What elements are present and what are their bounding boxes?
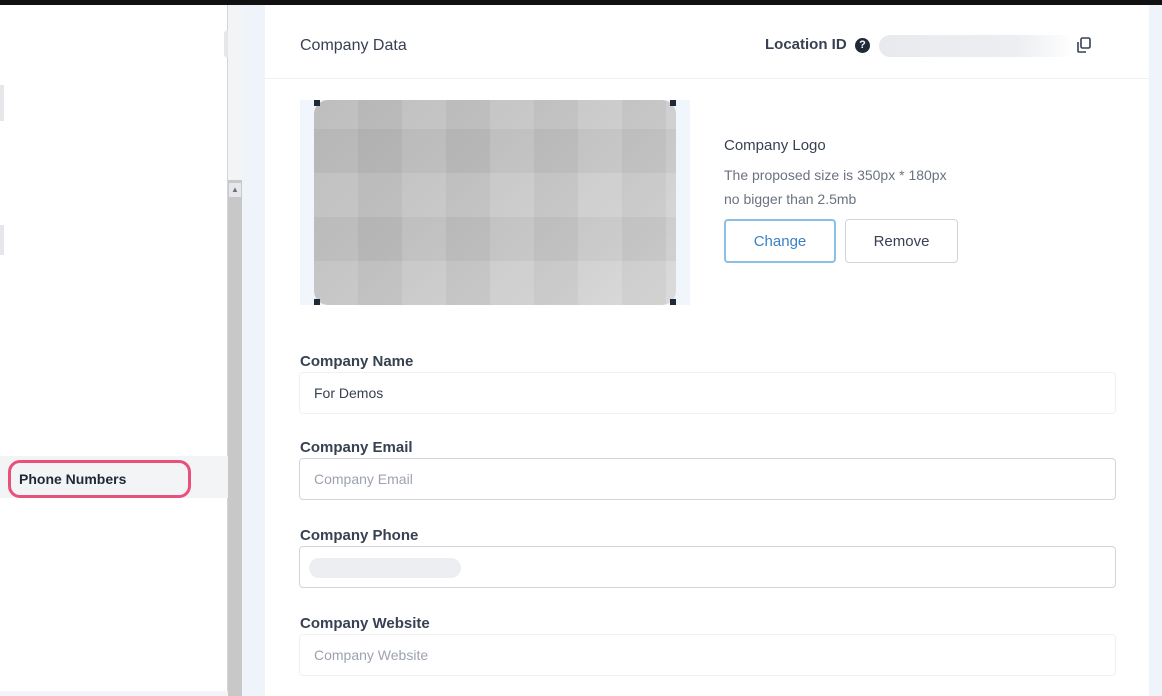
location-id-label: Location ID [765, 36, 847, 53]
sidebar-ghost-marker [0, 225, 4, 255]
company-website-label: Company Website [300, 615, 430, 632]
company-logo-heading: Company Logo [724, 137, 826, 154]
logo-corner-mark [314, 100, 320, 106]
company-phone-label: Company Phone [300, 527, 419, 544]
logo-size-hint: The proposed size is 350px * 180px [724, 167, 947, 183]
company-name-label: Company Name [300, 353, 414, 370]
logo-corner-mark [670, 299, 676, 305]
company-logo-image [314, 100, 676, 305]
question-circle-icon[interactable]: ? [855, 38, 870, 53]
company-phone-redacted [309, 558, 461, 578]
logo-corner-mark [314, 299, 320, 305]
remove-logo-button[interactable]: Remove [845, 219, 958, 263]
change-logo-button[interactable]: Change [724, 219, 836, 263]
sidebar-scrollbar[interactable] [228, 180, 242, 696]
settings-sidebar [0, 5, 232, 691]
scroll-up-icon[interactable]: ▲ [229, 183, 241, 197]
logo-corner-mark [670, 100, 676, 106]
card-header: Company Data Location ID ? [265, 5, 1149, 79]
company-website-input[interactable] [299, 634, 1116, 676]
page-title: Company Data [300, 37, 407, 54]
logo-limit-hint: no bigger than 2.5mb [724, 191, 857, 207]
sidebar-item-phone-numbers-label[interactable]: Phone Numbers [8, 460, 191, 498]
company-email-input[interactable] [299, 458, 1116, 500]
company-logo-frame [300, 100, 690, 305]
sidebar-scroll-track-top [228, 5, 242, 180]
sidebar-ghost-marker [0, 85, 4, 121]
company-email-label: Company Email [300, 439, 413, 456]
company-name-input[interactable] [299, 372, 1116, 414]
company-data-card: Company Data Location ID ? Company Logo … [265, 5, 1149, 696]
location-id-value [879, 35, 1075, 57]
copy-icon[interactable] [1075, 36, 1093, 54]
